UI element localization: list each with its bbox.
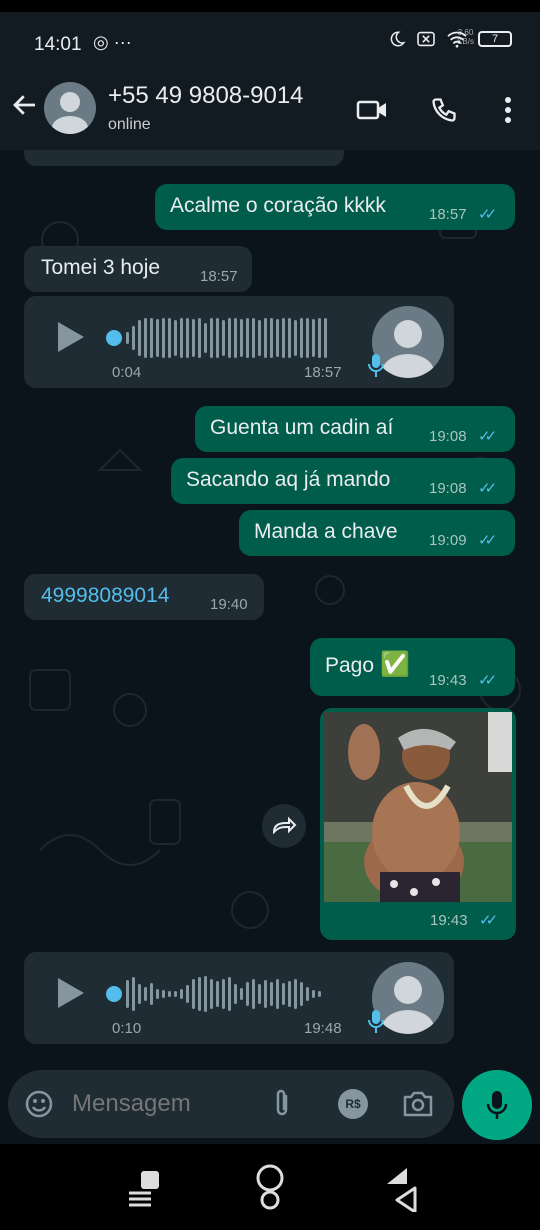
audio-seek-handle[interactable]	[106, 330, 122, 346]
message-bubble-incoming[interactable]: 49998089014 19:40	[24, 574, 264, 620]
message-time: 19:48	[304, 1020, 342, 1037]
message-input-container[interactable]: R$	[8, 1070, 454, 1138]
contact-avatar[interactable]	[44, 82, 96, 134]
read-receipt-icon: ✓✓	[479, 912, 498, 929]
message-bubble-outgoing[interactable]: Pago ✅ 19:43 ✓✓	[310, 638, 515, 696]
battery-icon: 7	[478, 31, 512, 47]
wifi-icon	[447, 31, 467, 48]
message-text: Pago	[325, 654, 375, 677]
mic-icon	[368, 1010, 384, 1033]
message-text: Sacando aq já mando	[186, 468, 391, 491]
message-text: Guenta um cadin aí	[210, 416, 394, 439]
payment-icon: R$	[345, 1097, 361, 1111]
message-time: 19:08	[429, 480, 467, 497]
check-emoji-icon: ✅	[380, 651, 410, 678]
audio-waveform[interactable]	[126, 974, 321, 1014]
message-input[interactable]	[72, 1090, 252, 1118]
message-text: Acalme o coração kkkk	[170, 194, 386, 217]
read-receipt-icon: ✓✓	[478, 206, 497, 223]
image-thumbnail[interactable]	[324, 712, 512, 902]
message-time: 18:57	[304, 364, 342, 381]
message-time: 19:43	[430, 912, 468, 929]
back-triangle-icon	[387, 1168, 417, 1212]
read-receipt-icon: ✓✓	[478, 428, 497, 445]
mic-icon	[486, 1091, 508, 1119]
forward-button[interactable]	[262, 804, 306, 848]
back-button[interactable]	[10, 90, 42, 124]
forward-icon	[272, 816, 297, 835]
play-icon[interactable]	[56, 320, 86, 354]
more-options-button[interactable]	[490, 92, 526, 128]
audio-seek-handle[interactable]	[106, 986, 122, 1002]
message-bubble-outgoing[interactable]: Acalme o coração kkkk 18:57 ✓✓	[155, 184, 515, 230]
audio-duration: 0:10	[112, 1020, 142, 1037]
attach-icon[interactable]	[270, 1088, 294, 1120]
audio-message-incoming[interactable]: 0:10 19:48	[24, 952, 454, 1044]
voice-call-button[interactable]	[426, 92, 462, 128]
read-receipt-icon: ✓✓	[478, 532, 497, 549]
play-icon[interactable]	[56, 976, 86, 1010]
audio-duration: 0:04	[112, 364, 142, 381]
message-time: 19:40	[210, 596, 248, 613]
emoji-icon[interactable]	[24, 1089, 54, 1119]
image-message-outgoing[interactable]: 19:43 ✓✓	[320, 708, 516, 940]
message-text: Manda a chave	[254, 520, 398, 543]
audio-message-incoming[interactable]: 0:04 18:57	[24, 296, 454, 388]
chat-header: +55 49 9808-9014 online	[0, 70, 540, 150]
message-text: Tomei 3 hoje	[41, 256, 161, 279]
status-right-icons: 7	[388, 30, 512, 48]
camera-icon[interactable]	[402, 1089, 434, 1119]
video-call-button[interactable]	[354, 92, 390, 128]
message-bubble-outgoing[interactable]: Guenta um cadin aí 19:08 ✓✓	[195, 406, 515, 452]
status-time: 14:01	[34, 34, 82, 55]
person-icon	[52, 92, 88, 134]
more-vert-icon	[505, 97, 511, 123]
voice-call-icon	[432, 98, 456, 122]
voice-record-button[interactable]	[462, 1070, 532, 1140]
back-nav-button[interactable]	[376, 1162, 426, 1212]
mic-icon	[368, 354, 384, 377]
arrow-left-icon	[13, 95, 35, 115]
home-button[interactable]	[245, 1162, 295, 1212]
message-time: 18:57	[200, 268, 238, 285]
moon-icon	[390, 31, 406, 47]
composer-bar: R$	[0, 1070, 540, 1144]
message-time: 19:09	[429, 532, 467, 549]
recents-button[interactable]	[118, 1162, 168, 1212]
menu-icon	[129, 1171, 159, 1207]
contact-name[interactable]: +55 49 9808-9014	[108, 82, 304, 110]
phone-number-link[interactable]: 49998089014	[41, 584, 169, 608]
read-receipt-icon: ✓✓	[478, 480, 497, 497]
message-bubble-outgoing[interactable]: Sacando aq já mando 19:08 ✓✓	[171, 458, 515, 504]
payment-button[interactable]: R$	[338, 1089, 368, 1119]
video-call-icon	[356, 100, 386, 120]
contact-status: online	[108, 116, 151, 133]
audio-waveform[interactable]	[126, 318, 327, 358]
home-circle-icon	[256, 1164, 284, 1210]
read-receipt-icon: ✓✓	[478, 672, 497, 689]
message-time: 18:57	[429, 206, 467, 223]
no-sim-icon	[417, 31, 435, 47]
message-time: 19:43	[429, 672, 467, 689]
status-notification-icons: ◎ ···	[93, 32, 132, 52]
system-navigation-bar	[0, 1144, 540, 1230]
message-bubble-outgoing[interactable]: Manda a chave 19:09 ✓✓	[239, 510, 515, 556]
message-bubble-incoming[interactable]: Tomei 3 hoje 18:57	[24, 246, 252, 292]
message-time: 19:08	[429, 428, 467, 445]
message-list[interactable]: Acalme o coração kkkk 18:57 ✓✓ Tomei 3 h…	[0, 150, 540, 1070]
message-bubble-partial[interactable]	[24, 150, 344, 166]
